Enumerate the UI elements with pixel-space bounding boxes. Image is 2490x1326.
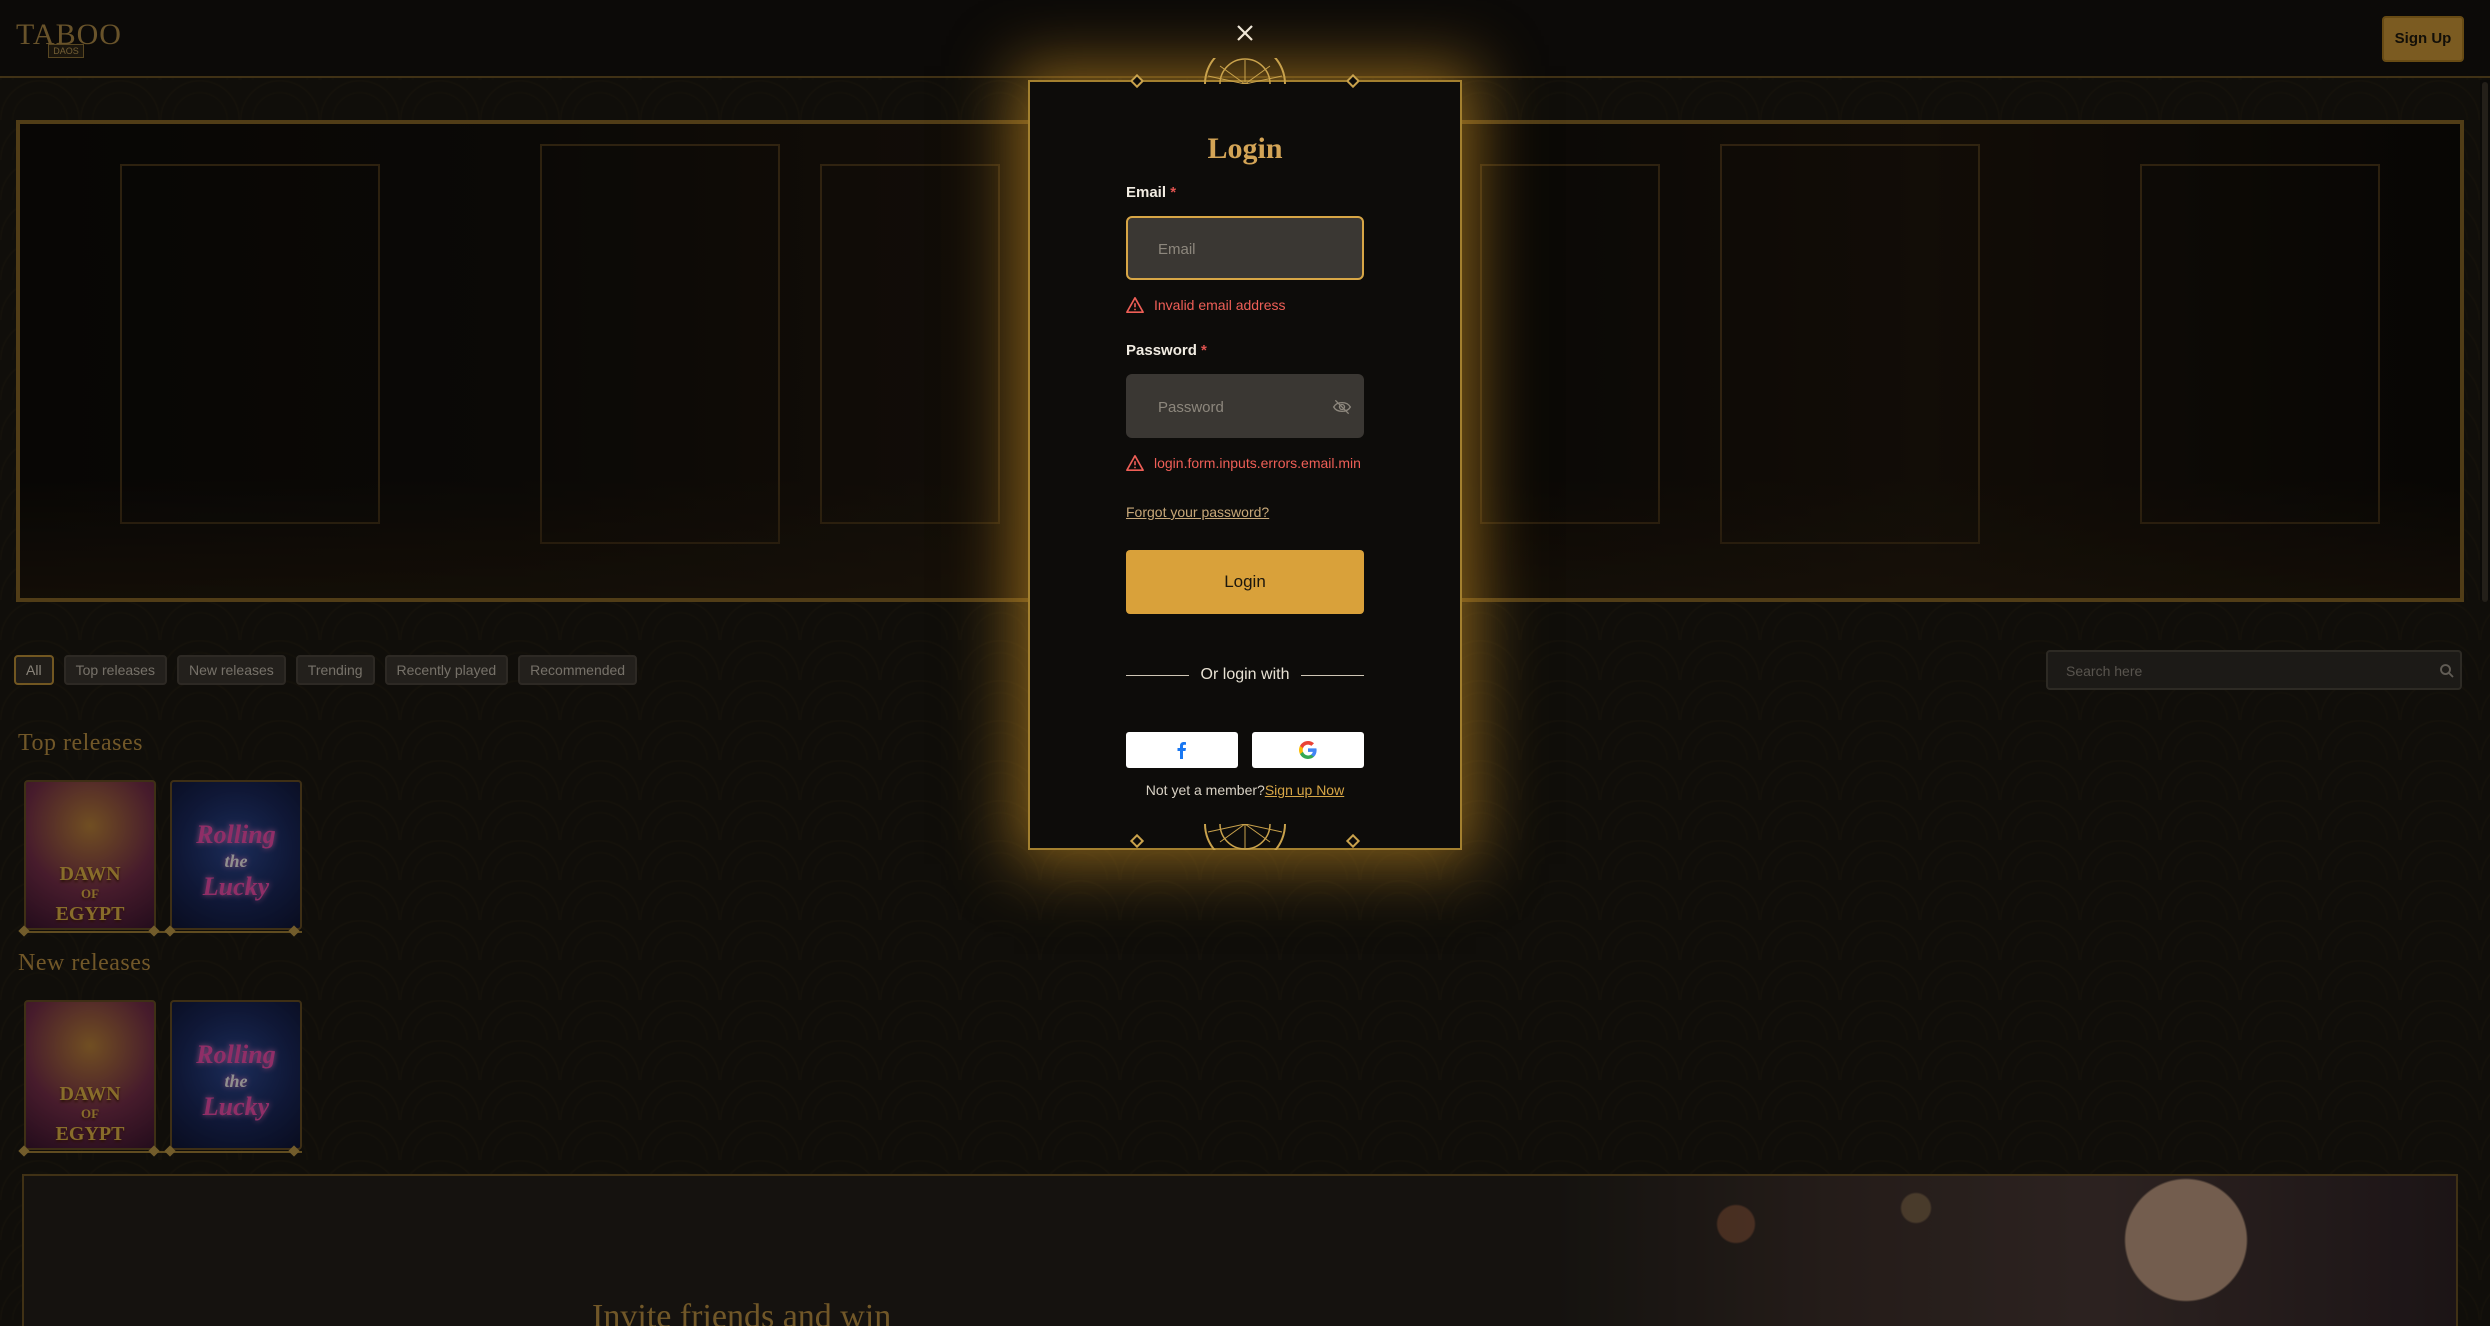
google-login-button[interactable]: [1252, 732, 1364, 768]
close-icon[interactable]: [1232, 20, 1258, 46]
login-modal: Login Email * Invalid email address Pass…: [1028, 58, 1462, 850]
or-login-divider: Or login with: [1126, 666, 1365, 684]
login-button[interactable]: Login: [1126, 550, 1364, 614]
password-error: login.form.inputs.errors.email.min: [1126, 453, 1361, 473]
warning-icon: [1126, 296, 1144, 314]
or-login-text: Or login with: [1200, 666, 1290, 683]
modal-title: Login: [1207, 132, 1283, 165]
signup-prompt: Not yet a member?Sign up Now: [1030, 782, 1460, 798]
signup-now-link[interactable]: Sign up Now: [1265, 782, 1344, 798]
password-error-text: login.form.inputs.errors.email.min: [1154, 455, 1361, 471]
email-field[interactable]: [1126, 216, 1364, 280]
required-mark: *: [1201, 342, 1207, 359]
password-input[interactable]: [1158, 396, 1328, 418]
divider-line: [1301, 674, 1365, 676]
email-label-text: Email: [1126, 184, 1167, 201]
email-error-text: Invalid email address: [1154, 297, 1286, 313]
email-error: Invalid email address: [1126, 295, 1286, 315]
email-input[interactable]: [1158, 238, 1328, 260]
fan-ornament-top: [1204, 58, 1286, 84]
password-field[interactable]: [1126, 374, 1364, 438]
password-label-text: Password: [1126, 342, 1197, 359]
modal-corner-diamond: [1345, 833, 1361, 849]
facebook-icon: [1177, 742, 1186, 759]
eye-off-icon[interactable]: [1332, 398, 1352, 416]
divider-line: [1126, 674, 1189, 676]
member-text: Not yet a member?: [1145, 782, 1265, 798]
email-label: Email *: [1126, 184, 1176, 201]
facebook-login-button[interactable]: [1126, 732, 1238, 768]
password-label: Password *: [1126, 342, 1207, 359]
fan-ornament-bottom: [1204, 824, 1286, 850]
forgot-password-link[interactable]: Forgot your password?: [1126, 504, 1269, 520]
required-mark: *: [1170, 184, 1177, 201]
modal-corner-diamond: [1129, 833, 1145, 849]
google-icon: [1299, 741, 1317, 759]
warning-icon: [1126, 454, 1144, 472]
